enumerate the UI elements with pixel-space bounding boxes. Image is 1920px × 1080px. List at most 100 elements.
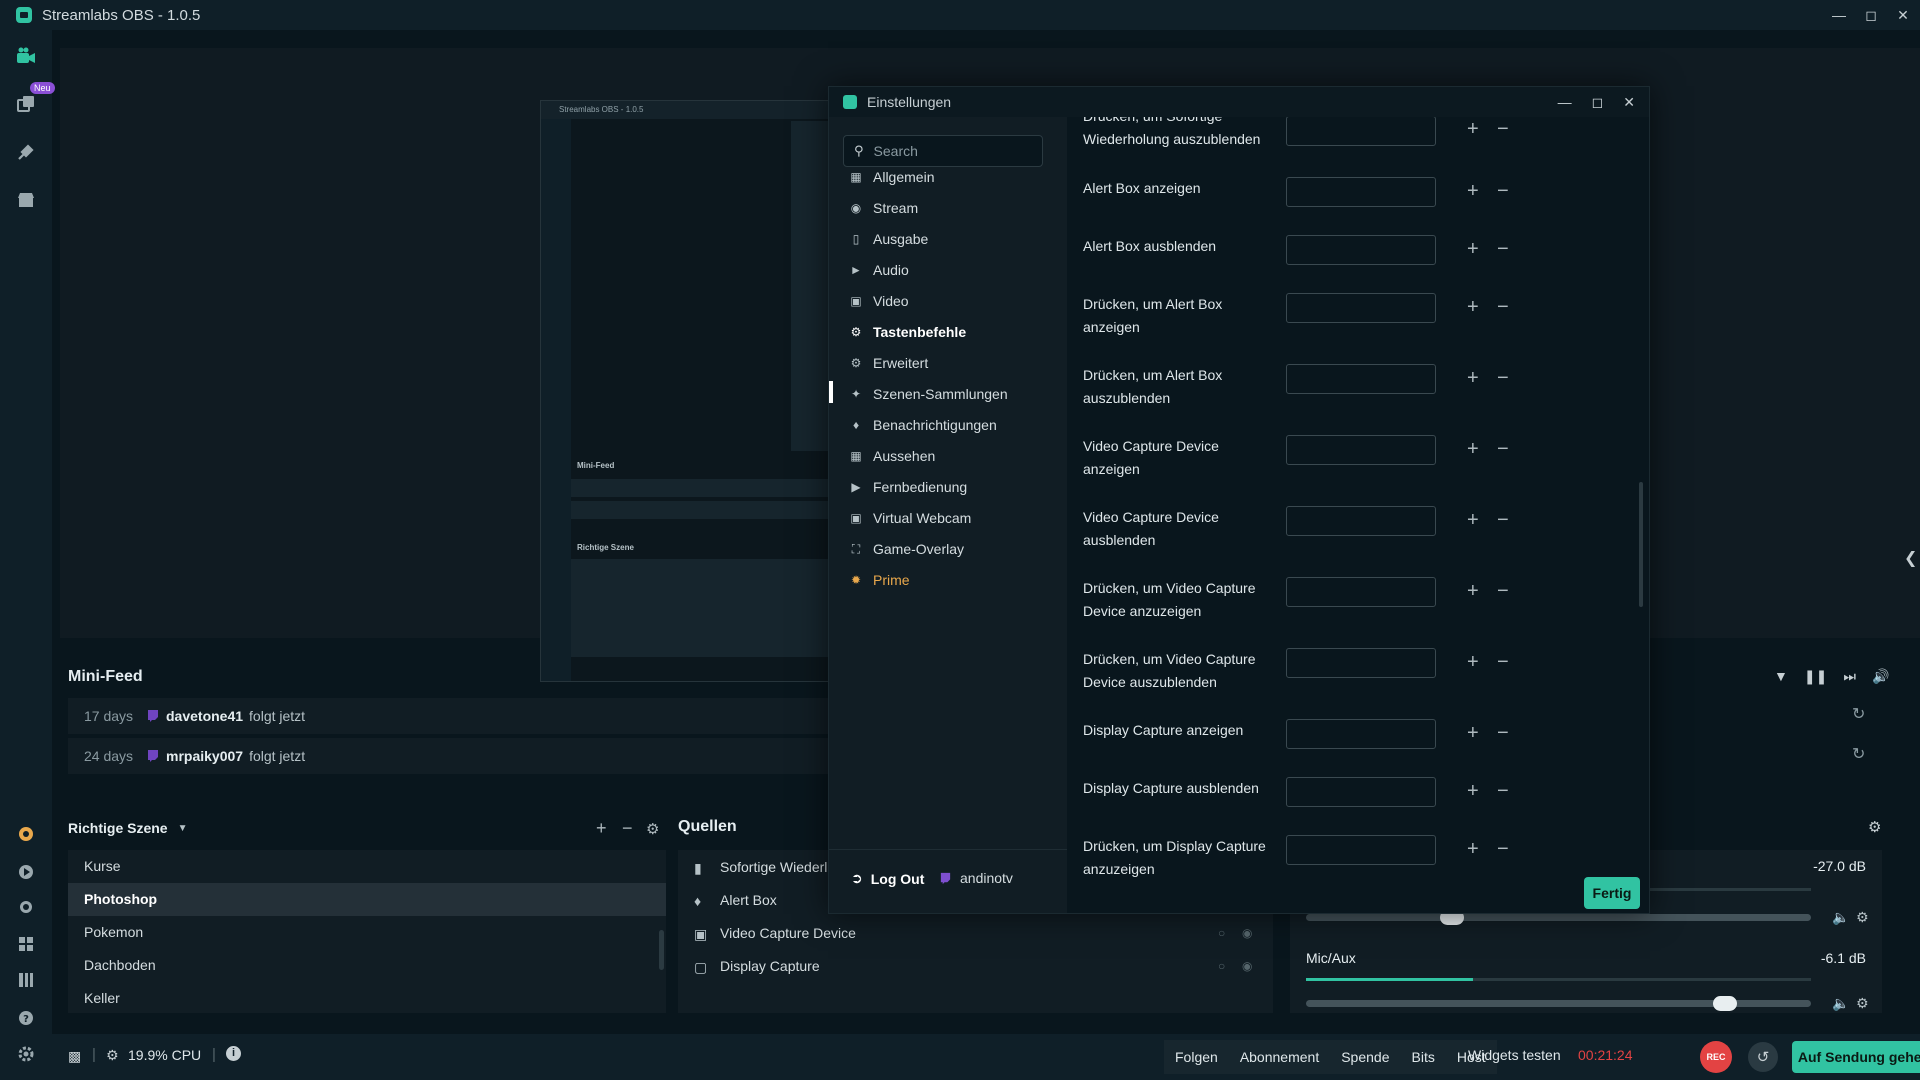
add-binding-icon[interactable]: + <box>1467 439 1479 459</box>
dashboard-icon[interactable] <box>14 860 38 884</box>
remove-binding-icon[interactable]: − <box>1497 839 1509 859</box>
category-prime[interactable]: ✹ Prime <box>849 570 910 590</box>
category-video[interactable]: ▣ Video <box>849 291 908 311</box>
category-fernbedienung[interactable]: ▶ Fernbedienung <box>849 477 967 497</box>
category-tastenbefehle[interactable]: ⚙ Tastenbefehle <box>849 322 967 342</box>
add-binding-icon[interactable]: + <box>1467 181 1479 201</box>
volume-slider[interactable] <box>1306 996 1811 1011</box>
add-binding-icon[interactable]: + <box>1467 368 1479 388</box>
hotkey-binding-input[interactable] <box>1286 835 1436 865</box>
layout-icon[interactable] <box>14 968 38 992</box>
scene-item[interactable]: Keller <box>68 982 666 1015</box>
filter-icon[interactable]: ▼ <box>1774 668 1788 685</box>
scene-item[interactable]: Dachboden <box>68 949 666 982</box>
settings-search-input[interactable] <box>873 143 1024 159</box>
record-button[interactable]: REC <box>1700 1041 1732 1073</box>
settings-gear-icon[interactable] <box>14 1042 38 1066</box>
category-erweitert[interactable]: ⚙ Erweitert <box>849 353 929 373</box>
scene-item-active[interactable]: Photoshop <box>68 883 666 916</box>
stats-chart-icon[interactable]: ▩ <box>68 1048 81 1065</box>
remove-binding-icon[interactable]: − <box>1497 439 1509 459</box>
hotkey-binding-input[interactable] <box>1286 117 1436 146</box>
hotkey-binding-input[interactable] <box>1286 719 1436 749</box>
track-gear-icon[interactable]: ⚙ <box>1856 909 1869 926</box>
hotkey-binding-input[interactable] <box>1286 435 1436 465</box>
test-bits-button[interactable]: Bits <box>1401 1040 1446 1074</box>
hotkey-binding-input[interactable] <box>1286 648 1436 678</box>
add-binding-icon[interactable]: + <box>1467 239 1479 259</box>
close-icon[interactable]: ✕ <box>1896 7 1910 23</box>
add-scene-icon[interactable]: + <box>596 818 607 839</box>
remove-binding-icon[interactable]: − <box>1497 510 1509 530</box>
apps-icon[interactable] <box>14 932 38 956</box>
help-icon[interactable]: ? <box>14 1006 38 1030</box>
chevron-down-icon[interactable]: ▼ <box>178 823 188 834</box>
hotkey-binding-input[interactable] <box>1286 506 1436 536</box>
store-icon[interactable] <box>14 188 38 212</box>
category-allgemein[interactable]: ▦ Allgemein <box>849 167 934 187</box>
feed-item[interactable]: 17 days davetone41 folgt jetzt <box>68 698 828 734</box>
settings-search[interactable]: ⚲ <box>843 135 1043 167</box>
themes-icon[interactable] <box>14 92 38 116</box>
volume-icon[interactable]: 🔊 <box>1872 668 1889 685</box>
prime-icon[interactable] <box>14 822 38 846</box>
hotkey-binding-input[interactable] <box>1286 177 1436 207</box>
test-follow-button[interactable]: Folgen <box>1164 1040 1229 1074</box>
add-binding-icon[interactable]: + <box>1467 510 1479 530</box>
track-gear-icon[interactable]: ⚙ <box>1856 995 1869 1012</box>
add-binding-icon[interactable]: + <box>1467 297 1479 317</box>
feed-item[interactable]: 24 days mrpaiky007 folgt jetzt <box>68 738 828 774</box>
visibility-icon[interactable]: ◉ <box>1242 926 1252 940</box>
speaker-icon[interactable]: 🔈 <box>1832 995 1849 1012</box>
remove-binding-icon[interactable]: − <box>1497 581 1509 601</box>
remove-binding-icon[interactable]: − <box>1497 368 1509 388</box>
remove-binding-icon[interactable]: − <box>1497 781 1509 801</box>
repeat-icon[interactable]: ↻ <box>1852 744 1865 764</box>
skip-icon[interactable]: ⏭ <box>1843 668 1856 685</box>
category-game-overlay[interactable]: ⛶ Game-Overlay <box>849 539 964 559</box>
test-subscription-button[interactable]: Abonnement <box>1229 1040 1330 1074</box>
add-binding-icon[interactable]: + <box>1467 581 1479 601</box>
maximize-icon[interactable]: ◻ <box>1864 7 1878 23</box>
hotkey-binding-input[interactable] <box>1286 293 1436 323</box>
hotkey-binding-input[interactable] <box>1286 577 1436 607</box>
widgets-test-button[interactable]: Widgets testen <box>1468 1047 1561 1063</box>
go-live-button[interactable]: Auf Sendung gehen <box>1792 1041 1920 1073</box>
add-binding-icon[interactable]: + <box>1467 781 1479 801</box>
source-item[interactable]: ▣ Video Capture Device ○ ◉ <box>678 916 1273 949</box>
minimize-icon[interactable]: — <box>1558 94 1572 110</box>
add-binding-icon[interactable]: + <box>1467 652 1479 672</box>
hotkey-binding-input[interactable] <box>1286 364 1436 394</box>
category-audio[interactable]: ► Audio <box>849 260 909 280</box>
replay-buffer-icon[interactable]: ↺ <box>1748 1042 1778 1072</box>
scene-settings-gear-icon[interactable]: ⚙ <box>646 820 659 838</box>
remove-binding-icon[interactable]: − <box>1497 181 1509 201</box>
hotkey-binding-input[interactable] <box>1286 235 1436 265</box>
add-binding-icon[interactable]: + <box>1467 119 1479 139</box>
done-button[interactable]: Fertig <box>1584 877 1640 909</box>
add-binding-icon[interactable]: + <box>1467 839 1479 859</box>
lock-icon[interactable]: ○ <box>1218 959 1225 973</box>
category-stream[interactable]: ◉ Stream <box>849 198 918 218</box>
volume-slider-knob[interactable] <box>1713 996 1738 1011</box>
volume-slider[interactable] <box>1306 910 1811 925</box>
scene-item[interactable]: Pokemon <box>68 916 666 949</box>
logout-button[interactable]: ➲ Log Out <box>851 870 924 887</box>
close-icon[interactable]: ✕ <box>1623 94 1635 111</box>
remove-scene-icon[interactable]: − <box>622 818 633 839</box>
pause-icon[interactable]: ❚❚ <box>1804 668 1827 685</box>
studio-mode-icon[interactable] <box>14 44 38 68</box>
source-item[interactable]: ▢ Display Capture ○ ◉ <box>678 949 1273 982</box>
remove-binding-icon[interactable]: − <box>1497 723 1509 743</box>
remove-binding-icon[interactable]: − <box>1497 119 1509 139</box>
tools-icon[interactable] <box>14 140 38 164</box>
scrollbar[interactable] <box>1639 482 1643 607</box>
maximize-icon[interactable]: ◻ <box>1592 94 1604 111</box>
remove-binding-icon[interactable]: − <box>1497 297 1509 317</box>
category-szenen-sammlungen[interactable]: ✦ Szenen-Sammlungen <box>849 384 1008 404</box>
remove-binding-icon[interactable]: − <box>1497 239 1509 259</box>
chat-icon[interactable] <box>14 896 38 920</box>
remove-binding-icon[interactable]: − <box>1497 652 1509 672</box>
repeat-icon[interactable]: ↻ <box>1852 704 1865 724</box>
category-ausgabe[interactable]: ▯ Ausgabe <box>849 229 929 249</box>
